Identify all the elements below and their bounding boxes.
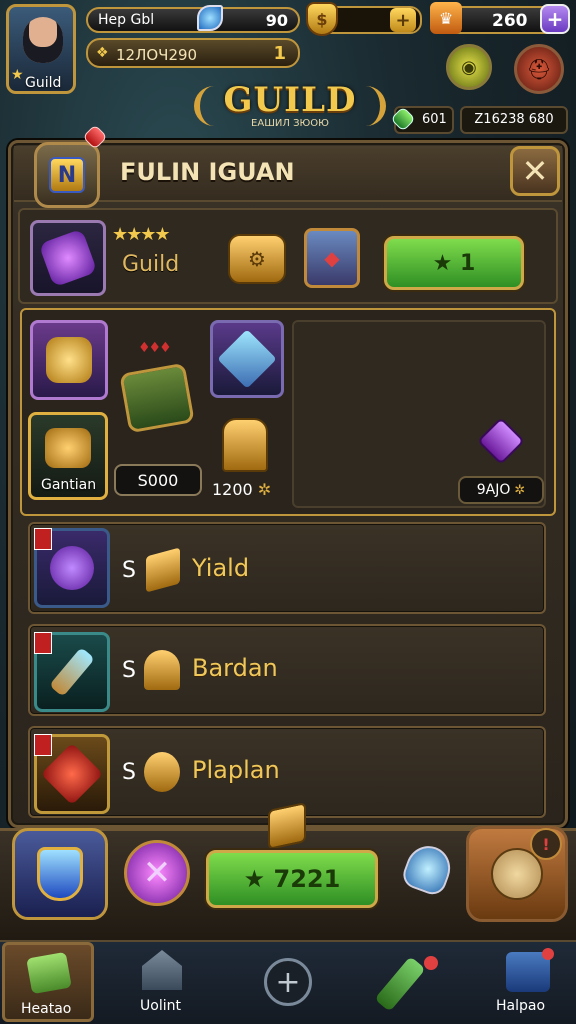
red-tag-icon — [34, 734, 52, 756]
list-item[interactable]: S Plaplan — [28, 726, 546, 818]
player-name: Hep Gbl — [98, 12, 155, 28]
buy-button-label: ★ 7221 — [243, 865, 341, 893]
crate-icon: ◆ — [304, 228, 360, 288]
gold-armor-icon — [45, 428, 91, 468]
level-number: 1 — [273, 43, 286, 64]
nav-item-label: Halpao — [496, 998, 546, 1014]
panel-header-title: FULIN IGUAN — [120, 158, 295, 186]
nav-badge-icon — [542, 948, 554, 960]
guild-emblem-icon[interactable]: N — [34, 142, 100, 208]
title-banner: GUILD ЕАШИЛ ЗЮОЮ — [190, 80, 390, 140]
gear-icon: ✲ — [257, 480, 272, 499]
gold-crate-icon — [268, 801, 306, 851]
price-1-text: S000 — [137, 470, 179, 490]
nav-house-icon — [142, 950, 182, 990]
xp-icon: ❖ — [96, 45, 109, 61]
price-tag-1[interactable]: S000 — [114, 464, 202, 496]
nav-add-button[interactable]: + — [264, 958, 312, 1006]
item-slot-3[interactable] — [210, 320, 284, 398]
red-tag-icon — [34, 632, 52, 654]
item-slot-2-label: Gantian — [41, 477, 97, 493]
magic-orb-button[interactable]: ✕ — [124, 840, 190, 906]
shield-round-button[interactable]: ◉ — [446, 44, 492, 90]
item-slot-2[interactable]: Gantian — [28, 412, 108, 500]
nav-item-uolint[interactable]: Uolint — [120, 946, 204, 1020]
price-2-text: 1200 — [212, 480, 253, 499]
guild-emblem-inner-icon: N — [49, 157, 85, 193]
item-slot-1[interactable] — [30, 320, 108, 400]
nav-weapon-icon — [374, 956, 426, 1012]
list-item-prefix: S — [122, 558, 136, 583]
gold-key-icon — [46, 337, 92, 383]
gold-mask-icon — [144, 752, 180, 792]
price-tag-3[interactable]: 9AJO ✲ — [458, 476, 544, 504]
list-item-name: Plaplan — [192, 756, 280, 784]
nav-item-heatao[interactable]: Heatao — [2, 942, 94, 1022]
price-3-gear-icon: ✲ — [514, 482, 526, 498]
helmet-round-button[interactable]: ⛑ — [514, 44, 564, 94]
green-gem-count: 601 — [422, 112, 447, 127]
blue-staff-icon — [49, 647, 95, 697]
nav-item-halpao[interactable]: Halpao — [488, 946, 572, 1020]
purple-tool-icon — [38, 228, 98, 288]
scroll-icon: ⚙ — [228, 234, 286, 284]
resource-total-text: Z16238 680 — [474, 112, 554, 127]
gold-key-small-icon — [144, 650, 180, 690]
nav-item-label: Heatao — [21, 1001, 72, 1017]
add-crowns-button[interactable]: + — [540, 4, 570, 34]
gem-counter: 90 — [265, 11, 288, 30]
gold-statue-icon — [222, 418, 268, 472]
list-item[interactable]: S Yiald — [28, 522, 546, 614]
guild-label: Guild — [122, 252, 180, 277]
red-tag-icon — [34, 528, 52, 550]
add-coins-button[interactable]: + — [390, 8, 416, 32]
buy-button[interactable]: ★ 7221 — [206, 850, 378, 908]
blue-blade-icon — [217, 329, 277, 389]
resource-total: Z16238 680 — [460, 106, 568, 134]
confirm-button-label: ★ 1 — [432, 250, 476, 276]
guild-item-slot[interactable] — [30, 220, 106, 296]
blue-gem-icon — [197, 5, 223, 31]
nav-chest-icon — [26, 951, 72, 995]
player-name-bar: Hep Gbl 90 — [86, 7, 300, 33]
nav-item-weapon[interactable] — [374, 946, 452, 1020]
cannon-icon — [119, 362, 195, 434]
list-item-prefix: S — [122, 760, 136, 785]
list-item-name: Bardan — [192, 654, 278, 682]
crown-icon: ♛ — [430, 2, 462, 34]
xp-bar: ❖ 12ЛОЧ290 1 — [86, 38, 300, 68]
nav-item-label: Uolint — [140, 998, 181, 1014]
avatar-label: Guild — [25, 75, 62, 91]
nav-red-dot-icon — [424, 956, 438, 970]
plus-icon: + — [275, 964, 301, 1000]
gold-scroll-icon — [146, 547, 180, 593]
list-item[interactable]: S Bardan — [28, 624, 546, 716]
xp-text: 12ЛОЧ290 — [116, 46, 198, 64]
avatar-face-icon — [23, 17, 63, 63]
close-button[interactable]: ✕ — [510, 146, 560, 196]
cookie-notification-badge: ! — [530, 828, 562, 860]
red-gems-icon: ♦♦♦ — [138, 340, 172, 356]
avatar-star-icon: ★ — [11, 67, 24, 83]
crown-counter: 260 — [492, 11, 528, 31]
list-item-prefix: S — [122, 658, 136, 683]
guild-stars: ★★★★ — [112, 224, 171, 245]
avatar[interactable]: ★ Guild — [6, 4, 76, 94]
purple-mask-icon — [50, 546, 94, 590]
crossed-swords-icon: ✕ — [142, 853, 172, 893]
price-2: 1200 ✲ — [212, 480, 271, 499]
confirm-button[interactable]: ★ 1 — [384, 236, 524, 290]
blue-crystal-shield-icon — [37, 847, 83, 901]
gold-shield-icon: $ — [306, 2, 338, 36]
guild-shield-button[interactable] — [12, 828, 108, 920]
price-3-text: 9AJO — [476, 482, 511, 498]
close-icon: ✕ — [521, 152, 549, 190]
list-item-name: Yiald — [192, 554, 250, 582]
